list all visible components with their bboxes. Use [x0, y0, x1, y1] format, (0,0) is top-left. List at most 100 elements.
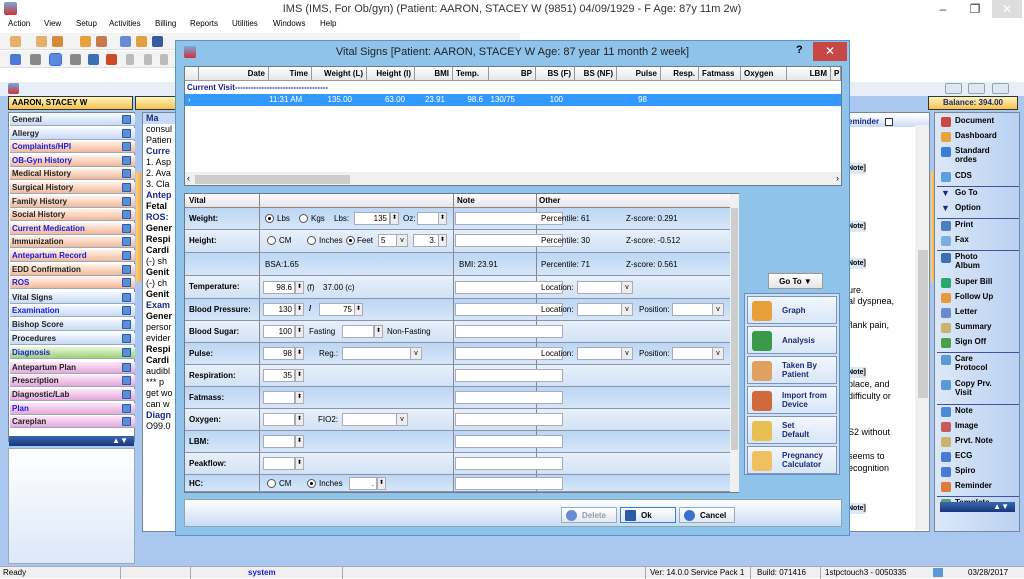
toolbar-summary[interactable]: Summary: [941, 322, 1019, 335]
sidebar-item-careplan[interactable]: Careplan: [10, 416, 135, 429]
note-editor-icon[interactable]: [122, 278, 131, 288]
rx-icon[interactable]: [120, 36, 131, 47]
sync-icon[interactable]: [88, 54, 99, 65]
note-editor-icon[interactable]: [122, 115, 131, 124]
note-editor-icon[interactable]: [122, 333, 131, 343]
blood-sugar-nonfasting-spinner[interactable]: ⬍: [374, 325, 383, 338]
weight-lbs-radio[interactable]: [265, 214, 274, 223]
note-editor-icon[interactable]: [122, 348, 131, 358]
sidebar-item-allergy[interactable]: Allergy: [10, 127, 135, 140]
sidebar-item-current-medication[interactable]: Current Medication: [10, 222, 135, 235]
col-bp[interactable]: BP: [489, 67, 536, 81]
analysis-button[interactable]: Analysis: [747, 326, 837, 354]
weight-lbs-spinner[interactable]: ⬍: [390, 212, 399, 225]
edit-provider-icon[interactable]: [52, 36, 63, 47]
peakflow-spinner[interactable]: ⬍: [295, 457, 304, 470]
bp-systolic-input[interactable]: 130: [263, 303, 295, 316]
respiration-note-input[interactable]: [455, 369, 563, 382]
note-editor-icon[interactable]: [122, 210, 131, 220]
patient-quick-icons[interactable]: [135, 96, 180, 110]
height-feet-dropdown[interactable]: 5v: [378, 234, 408, 247]
toolbar-ecg[interactable]: ECG: [941, 451, 1019, 464]
fatmass-spinner[interactable]: ⬍: [295, 391, 304, 404]
oxygen-note-input[interactable]: [455, 413, 563, 426]
toolbar-dashboard[interactable]: Dashboard: [941, 131, 1019, 144]
form-scroll-thumb[interactable]: [731, 208, 738, 450]
toolbar-cds[interactable]: CDS: [941, 171, 1019, 184]
menu-help[interactable]: Help: [320, 19, 336, 28]
prev-icon[interactable]: [144, 54, 152, 65]
notes-scroll-thumb[interactable]: [918, 250, 928, 398]
bp-location-dropdown[interactable]: v: [577, 303, 633, 316]
child-minimize-button[interactable]: [945, 83, 962, 94]
note-tag[interactable]: Note]: [848, 221, 866, 232]
menu-billing[interactable]: Billing: [155, 19, 176, 28]
height-inches-radio[interactable]: [307, 236, 316, 245]
reminder-checkbox[interactable]: [885, 117, 894, 126]
fio2-dropdown[interactable]: v: [342, 413, 408, 426]
sidebar-item-medical-history[interactable]: Medical History: [10, 168, 135, 181]
chevron-down-icon[interactable]: v: [712, 304, 723, 315]
note-tag[interactable]: Note]: [848, 367, 866, 378]
note-editor-icon[interactable]: [122, 128, 131, 138]
note-editor-icon[interactable]: [122, 362, 131, 372]
right-toolbar-scroll[interactable]: ▲▼: [940, 502, 1015, 512]
note-editor-icon[interactable]: [122, 169, 131, 179]
ok-button[interactable]: Ok: [620, 507, 676, 523]
hc-inches-radio[interactable]: [307, 479, 316, 488]
blood-sugar-note-input[interactable]: [455, 325, 563, 338]
toolbar-option[interactable]: ▼ Option: [941, 203, 1019, 216]
scroll-right-icon[interactable]: ›: [836, 173, 839, 183]
blood-sugar-fasting-input[interactable]: 100: [263, 325, 295, 338]
col-oxygen[interactable]: Oxygen: [741, 67, 787, 81]
chevron-down-icon[interactable]: v: [396, 235, 407, 246]
sidebar-item-ros[interactable]: ROS: [10, 277, 135, 290]
col-pulse[interactable]: Pulse: [617, 67, 661, 81]
temperature-location-dropdown[interactable]: v: [577, 281, 633, 294]
toolbar-standard-ordes[interactable]: Standard ordes: [941, 146, 1019, 169]
sidebar-item-edd-confirmation[interactable]: EDD Confirmation: [10, 263, 135, 276]
sidebar-item-family-history[interactable]: Family History: [10, 195, 135, 208]
col-weight[interactable]: Weight (L): [312, 67, 367, 81]
toolbar-fax[interactable]: Fax: [941, 235, 1019, 248]
note-editor-icon[interactable]: [122, 264, 131, 274]
pulse-reg-dropdown[interactable]: v: [342, 347, 422, 360]
chevron-down-icon[interactable]: v: [621, 282, 632, 293]
height-feet-radio[interactable]: [346, 236, 355, 245]
weight-oz-spinner[interactable]: ⬍: [438, 212, 447, 225]
weight-lbs-input[interactable]: 135: [354, 212, 390, 225]
toolbar-super-bill[interactable]: Super Bill: [941, 277, 1019, 290]
note-editor-icon[interactable]: [122, 403, 131, 413]
goto-button[interactable]: Go To ▼: [768, 273, 823, 289]
help-button[interactable]: ?: [796, 44, 803, 56]
sidebar-item-general[interactable]: General: [10, 114, 135, 126]
height-cm-radio[interactable]: [267, 236, 276, 245]
toolbar-document[interactable]: Document: [941, 116, 1019, 129]
note-editor-icon[interactable]: [122, 183, 131, 192]
sidebar-item-procedures[interactable]: Procedures: [10, 332, 135, 345]
sidebar-item-bishop-score[interactable]: Bishop Score: [10, 319, 135, 331]
weight-kgs-radio[interactable]: [299, 214, 308, 223]
col-resp[interactable]: Resp.: [661, 67, 699, 81]
import-from-device-button[interactable]: Import from Device: [747, 386, 837, 414]
sidebar-item-prescription[interactable]: Prescription: [10, 375, 135, 388]
sidebar-item-plan[interactable]: Plan: [10, 402, 135, 415]
col-height[interactable]: Height (I): [367, 67, 415, 81]
peakflow-note-input[interactable]: [455, 457, 563, 470]
nav-scroll-buttons[interactable]: ▲▼: [9, 436, 134, 446]
note-editor-icon[interactable]: [122, 155, 131, 165]
bp-diastolic-spinner[interactable]: ⬍: [354, 303, 363, 316]
height-inches-input[interactable]: 3.: [413, 234, 439, 247]
set-default-button[interactable]: Set Default: [747, 416, 837, 444]
maximize-button[interactable]: ❐: [960, 0, 990, 18]
oxygen-spinner[interactable]: ⬍: [295, 413, 304, 426]
lab-flask-icon[interactable]: [136, 36, 147, 47]
menu-windows[interactable]: Windows: [273, 19, 305, 28]
peakflow-input[interactable]: [263, 457, 295, 470]
edit-note-icon[interactable]: [49, 53, 62, 66]
hc-cm-radio[interactable]: [267, 479, 276, 488]
pulse-spinner[interactable]: ⬍: [295, 347, 304, 360]
respiration-input[interactable]: 35: [263, 369, 295, 382]
note-editor-icon[interactable]: [122, 417, 131, 427]
patient-icon[interactable]: [10, 36, 21, 47]
